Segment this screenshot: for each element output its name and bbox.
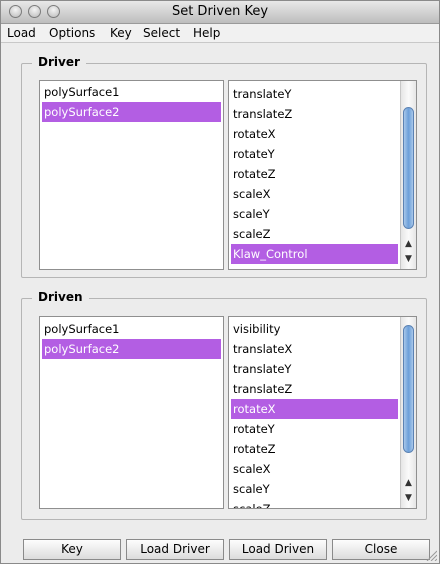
- driver-object-list[interactable]: polySurface1 polySurface2: [39, 80, 224, 270]
- driven-attr-item-selected[interactable]: rotateX: [231, 399, 398, 419]
- resize-grip-icon[interactable]: [425, 549, 437, 561]
- driver-attr-item[interactable]: rotateZ: [231, 164, 398, 184]
- title-bar[interactable]: Set Driven Key: [1, 1, 439, 24]
- menu-bar: Load Options Key Select Help: [1, 24, 439, 43]
- driven-group: Driven polySurface1 polySurface2 visibil…: [21, 290, 427, 520]
- menu-options[interactable]: Options: [49, 26, 95, 40]
- menu-key[interactable]: Key: [110, 26, 132, 40]
- menu-help[interactable]: Help: [193, 26, 220, 40]
- driver-attr-item-selected[interactable]: Klaw_Control: [231, 244, 398, 264]
- driver-attr-item[interactable]: translateZ: [231, 104, 398, 124]
- driven-object-item[interactable]: polySurface1: [42, 319, 221, 339]
- driven-attr-scrollbar[interactable]: ▲ ▼: [400, 317, 416, 508]
- driver-object-item-selected[interactable]: polySurface2: [42, 102, 221, 122]
- key-button[interactable]: Key: [23, 539, 121, 560]
- driver-attr-item[interactable]: scaleX: [231, 184, 398, 204]
- scroll-down-arrow-icon[interactable]: ▼: [401, 253, 416, 266]
- driver-attr-item[interactable]: rotateX: [231, 124, 398, 144]
- load-driven-button[interactable]: Load Driven: [229, 539, 327, 560]
- driven-attr-item[interactable]: translateZ: [231, 379, 398, 399]
- load-driver-button[interactable]: Load Driver: [126, 539, 224, 560]
- menu-load[interactable]: Load: [7, 26, 36, 40]
- driven-object-item-selected[interactable]: polySurface2: [42, 339, 221, 359]
- close-button[interactable]: Close: [332, 539, 430, 560]
- driver-group: Driver polySurface1 polySurface2 transla…: [21, 55, 427, 278]
- scroll-thumb[interactable]: [403, 325, 414, 453]
- driven-attr-item[interactable]: visibility: [231, 319, 398, 339]
- driven-attribute-list[interactable]: visibility translateX translateY transla…: [228, 316, 417, 509]
- driven-attr-item[interactable]: scaleX: [231, 459, 398, 479]
- driver-attr-scrollbar[interactable]: ▲ ▼: [400, 81, 416, 269]
- driver-attr-item[interactable]: scaleY: [231, 204, 398, 224]
- driven-attr-item[interactable]: translateX: [231, 339, 398, 359]
- driver-object-item[interactable]: polySurface1: [42, 82, 221, 102]
- driven-attr-item[interactable]: scaleZ: [231, 499, 398, 508]
- driven-attr-item[interactable]: translateY: [231, 359, 398, 379]
- scroll-up-arrow-icon[interactable]: ▲: [401, 477, 416, 490]
- driven-attr-item[interactable]: rotateZ: [231, 439, 398, 459]
- driver-attribute-list[interactable]: translateY translateZ rotateX rotateY ro…: [228, 80, 417, 270]
- driven-attr-item[interactable]: scaleY: [231, 479, 398, 499]
- driver-attr-item[interactable]: scaleZ: [231, 224, 398, 244]
- menu-select[interactable]: Select: [143, 26, 180, 40]
- driven-attr-item[interactable]: rotateY: [231, 419, 398, 439]
- driven-legend: Driven: [32, 290, 89, 304]
- scroll-down-arrow-icon[interactable]: ▼: [401, 492, 416, 505]
- driver-attr-item[interactable]: translateY: [231, 84, 398, 104]
- driven-object-list[interactable]: polySurface1 polySurface2: [39, 316, 224, 509]
- driver-legend: Driver: [32, 55, 86, 69]
- driver-attr-item[interactable]: rotateY: [231, 144, 398, 164]
- scroll-thumb[interactable]: [403, 107, 414, 229]
- scroll-up-arrow-icon[interactable]: ▲: [401, 238, 416, 251]
- window-title: Set Driven Key: [171, 4, 269, 19]
- set-driven-key-window: Set Driven Key Load Options Key Select H…: [0, 0, 440, 564]
